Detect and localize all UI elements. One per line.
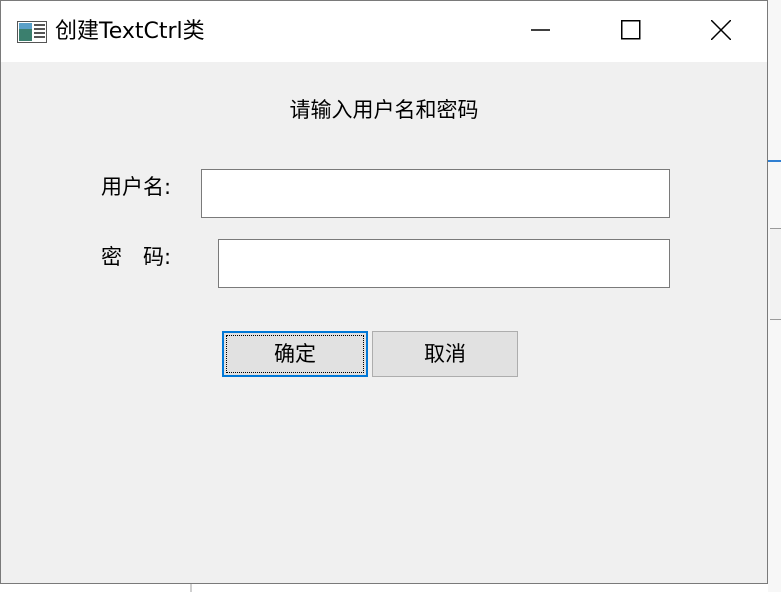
background-accent-line [768, 160, 781, 162]
title-bar[interactable]: 创建TextCtrl类 [1, 1, 767, 62]
minimize-icon [531, 20, 551, 44]
cancel-button[interactable]: 取消 [372, 331, 518, 377]
username-input[interactable] [201, 169, 670, 218]
maximize-button[interactable] [585, 1, 677, 62]
app-window-icon [17, 21, 47, 43]
background-panel [770, 228, 781, 320]
ok-button[interactable]: 确定 [222, 331, 368, 377]
close-icon [710, 18, 732, 44]
username-label: 用户名: [101, 175, 172, 199]
window-title: 创建TextCtrl类 [55, 19, 205, 44]
password-label: 密 码: [101, 245, 172, 269]
dialog-window: 创建TextCtrl类 请输入用户名和密码 用户名: 密 码: 确定 取消 [0, 0, 768, 584]
close-button[interactable] [675, 1, 767, 62]
password-input[interactable] [218, 239, 670, 288]
ok-button-label: 确定 [274, 342, 316, 366]
login-prompt: 请输入用户名和密码 [289, 98, 479, 122]
background-divider [190, 584, 192, 592]
maximize-icon [621, 19, 641, 44]
minimize-button[interactable] [495, 1, 587, 62]
cancel-button-label: 取消 [424, 342, 466, 366]
